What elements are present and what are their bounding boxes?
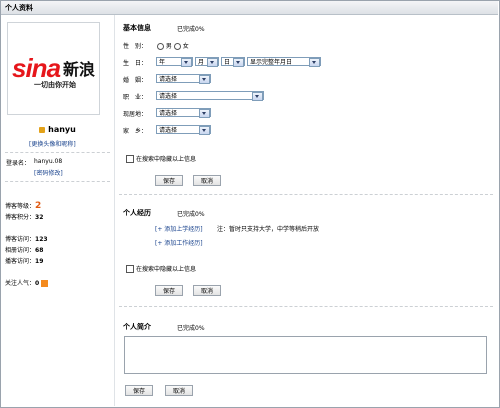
intro-save-button[interactable]: 保存 [125, 385, 153, 396]
intro-textarea[interactable] [124, 336, 487, 374]
residence-select[interactable]: 请选择 [156, 108, 211, 118]
page-title: 个人资料 [5, 4, 33, 12]
popularity: 关注人气：0 [5, 278, 49, 287]
hometown-label: 家 乡： [123, 128, 148, 135]
experience-heading: 个人经历 [123, 209, 151, 217]
login-name: hanyu.08 [34, 158, 63, 165]
experience-note: 注：暂时只支持大学，中学等稍后开放 [217, 226, 320, 233]
profile-sidebar: sina 新浪 一切由你开始 hanyu [更换头像和昵称] 登录名： hany… [1, 15, 114, 406]
gender-male-label: 男 [165, 43, 172, 50]
rss-icon[interactable] [41, 280, 49, 287]
blog-level: 博客等级：2 [5, 201, 42, 211]
experience-save-button[interactable]: 保存 [155, 285, 183, 296]
marriage-label: 婚 姻： [123, 77, 148, 84]
login-label: 登录名： [6, 160, 31, 167]
birthday-display-select[interactable]: 显示完整年月日 [247, 57, 321, 67]
experience-cancel-button[interactable]: 取消 [193, 285, 221, 296]
intro-cancel-button[interactable]: 取消 [165, 385, 193, 396]
basic-info-heading: 基本信息 [123, 24, 151, 32]
intro-heading: 个人简介 [123, 323, 151, 331]
change-password-link[interactable]: [密码修改] [34, 168, 63, 177]
username: hanyu [48, 125, 76, 134]
gender-options: 男 女 [157, 41, 189, 50]
album-visits: 相册访问：68 [5, 247, 44, 254]
marriage-select[interactable]: 请选择 [156, 74, 211, 84]
job-label: 职 业： [123, 94, 148, 101]
birth-year-select[interactable]: 年 [156, 57, 193, 67]
gender-label: 性 别： [123, 43, 148, 50]
gender-female-radio[interactable] [173, 43, 181, 50]
basic-info-progress: 已完成0% [177, 26, 205, 33]
divider [5, 181, 110, 182]
gender-male-radio[interactable] [157, 43, 164, 50]
section-divider [119, 194, 493, 195]
gender-female-label: 女 [182, 43, 189, 50]
logo-slogan: 一切由你开始 [34, 81, 76, 89]
experience-hide-label: 在搜索中隐藏以上信息 [136, 266, 197, 273]
sina-logo-chinese: 新浪 [63, 60, 96, 79]
username-row: hanyu [1, 125, 114, 134]
column-separator [114, 15, 115, 406]
add-education-link[interactable]: [+ 添加上学经历] [155, 224, 203, 233]
hometown-select[interactable]: 请选择 [156, 125, 211, 135]
intro-progress: 已完成0% [177, 325, 205, 332]
basic-hide-label: 在搜索中隐藏以上信息 [136, 156, 197, 163]
add-work-link[interactable]: [+ 添加工作经历] [155, 238, 203, 247]
experience-hide-checkbox[interactable] [126, 265, 134, 273]
birth-month-select[interactable]: 月 [195, 57, 219, 67]
experience-progress: 已完成0% [177, 211, 205, 218]
lock-icon [39, 126, 46, 133]
birth-day-select[interactable]: 日 [221, 57, 245, 67]
basic-cancel-button[interactable]: 取消 [193, 175, 221, 186]
blog-visits: 博客访问：123 [5, 236, 48, 243]
divider [5, 152, 110, 153]
change-avatar-link[interactable]: [更换头像和昵称] [29, 139, 76, 148]
basic-save-button[interactable]: 保存 [155, 175, 183, 186]
birthday-label: 生 日： [123, 60, 148, 67]
residence-label: 现居地： [123, 111, 148, 118]
blog-points: 博客积分：32 [5, 214, 44, 221]
section-divider [119, 306, 493, 307]
avatar[interactable]: sina 新浪 一切由你开始 [7, 22, 100, 115]
title-bar: 个人资料 [1, 1, 498, 15]
basic-hide-checkbox[interactable] [126, 155, 134, 163]
podcast-visits: 播客访问：19 [5, 258, 44, 265]
job-select[interactable]: 请选择 [156, 91, 264, 101]
